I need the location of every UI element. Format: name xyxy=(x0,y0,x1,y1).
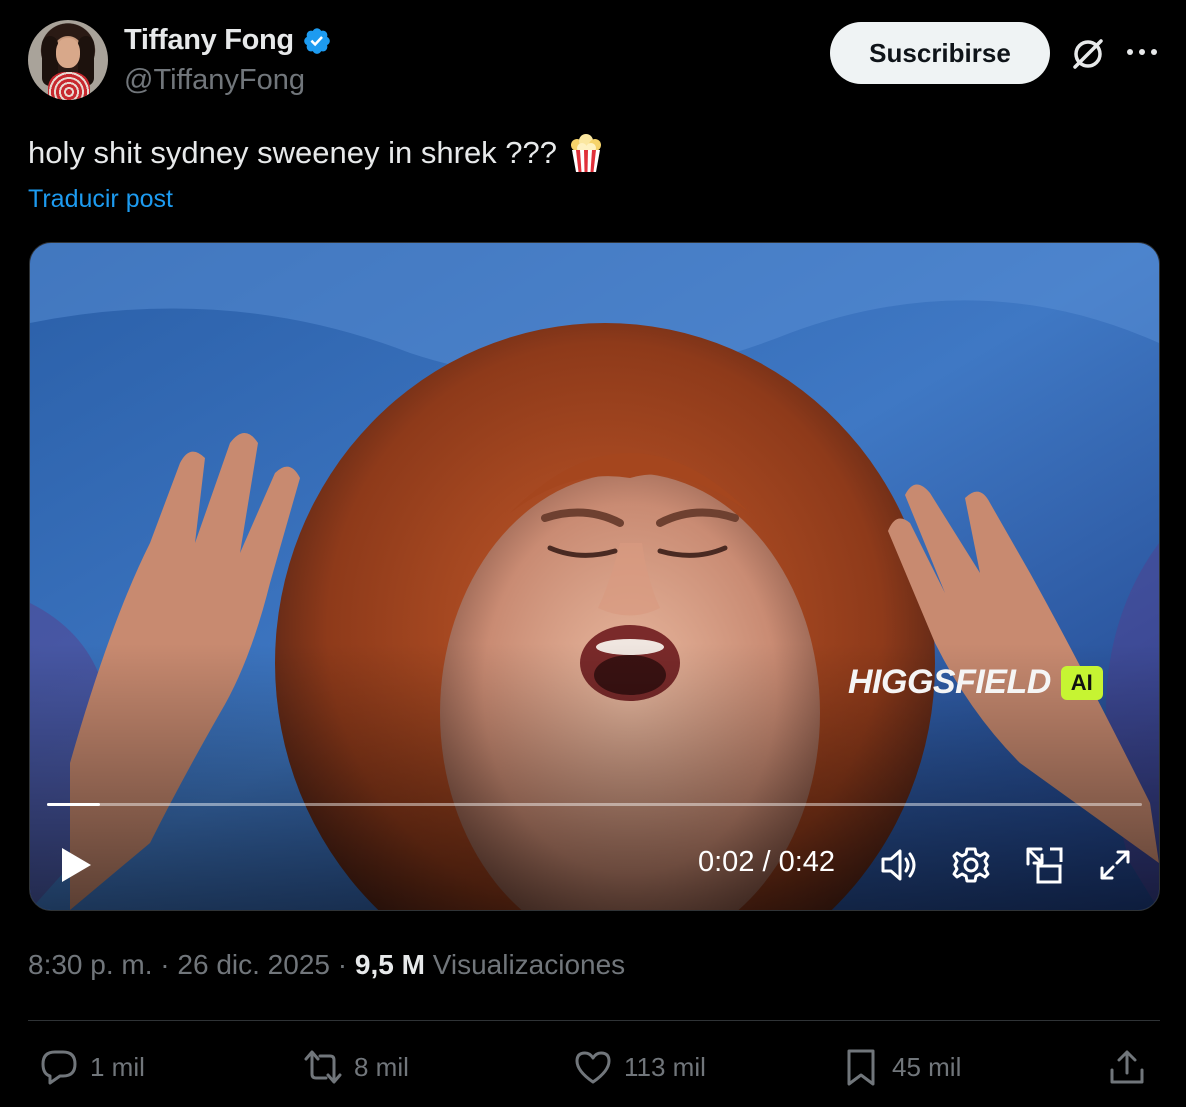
bookmark-button[interactable]: 45 mil xyxy=(840,1046,961,1088)
like-count: 113 mil xyxy=(624,1051,706,1082)
views-label: Visualizaciones xyxy=(432,949,626,980)
pip-icon[interactable] xyxy=(1024,844,1066,886)
more-icon[interactable] xyxy=(1124,40,1160,64)
watermark-text: HIGGSFIELD xyxy=(848,663,1051,701)
post-date[interactable]: 26 dic. 2025 xyxy=(177,949,330,980)
post-header: Tiffany Fong @TiffanyFong Suscribirse xyxy=(28,20,1160,104)
reply-count: 1 mil xyxy=(90,1051,145,1082)
repost-icon xyxy=(304,1050,342,1084)
views-count: 9,5 M xyxy=(354,949,425,980)
verified-badge-icon xyxy=(304,27,330,54)
video-player[interactable]: HIGGSFIELD AI 0:02 / 0:42 xyxy=(29,242,1160,911)
like-button[interactable]: 113 mil xyxy=(572,1046,706,1088)
reply-icon xyxy=(41,1050,77,1085)
play-icon[interactable] xyxy=(58,845,94,885)
action-bar: 1 mil 8 mil 113 mil 45 mil xyxy=(28,1046,1160,1096)
settings-icon[interactable] xyxy=(950,844,992,886)
post-text: holy shit sydney sweeney in shrek ??? xyxy=(28,133,605,173)
post-text-content: holy shit sydney sweeney in shrek ??? xyxy=(28,135,558,170)
bookmark-icon xyxy=(847,1049,875,1086)
divider xyxy=(28,1020,1160,1021)
watermark-badge: AI xyxy=(1060,665,1103,700)
volume-icon[interactable] xyxy=(878,844,920,886)
meta-separator: · xyxy=(160,949,170,980)
video-progress-fill xyxy=(47,803,100,806)
video-watermark: HIGGSFIELD AI xyxy=(848,663,1103,702)
post-meta: 8:30 p. m. · 26 dic. 2025 · 9,5 M Visual… xyxy=(28,949,625,981)
share-button[interactable] xyxy=(1106,1046,1148,1088)
author-name-row[interactable]: Tiffany Fong xyxy=(124,24,332,57)
video-frame xyxy=(30,243,1159,910)
author-name[interactable]: Tiffany Fong xyxy=(124,24,294,57)
repost-count: 8 mil xyxy=(354,1051,409,1082)
reply-button[interactable]: 1 mil xyxy=(38,1046,145,1088)
repost-button[interactable]: 8 mil xyxy=(302,1046,409,1088)
heart-icon xyxy=(575,1051,611,1084)
video-timecode: 0:02 / 0:42 xyxy=(698,846,836,878)
video-progress-bar[interactable] xyxy=(47,803,1142,806)
share-icon xyxy=(1110,1050,1144,1084)
grok-icon[interactable] xyxy=(1068,34,1108,74)
meta-separator-2: · xyxy=(337,949,348,980)
popcorn-emoji-icon xyxy=(571,134,602,172)
avatar[interactable] xyxy=(28,20,108,100)
subscribe-button[interactable]: Suscribirse xyxy=(830,22,1050,84)
translate-link[interactable]: Traducir post xyxy=(28,185,173,214)
bookmark-count: 45 mil xyxy=(892,1051,962,1082)
video-controls: 0:02 / 0:42 xyxy=(30,838,1159,894)
author-handle[interactable]: @TiffanyFong xyxy=(124,64,305,97)
fullscreen-icon[interactable] xyxy=(1094,844,1136,886)
post-time[interactable]: 8:30 p. m. xyxy=(28,949,153,980)
